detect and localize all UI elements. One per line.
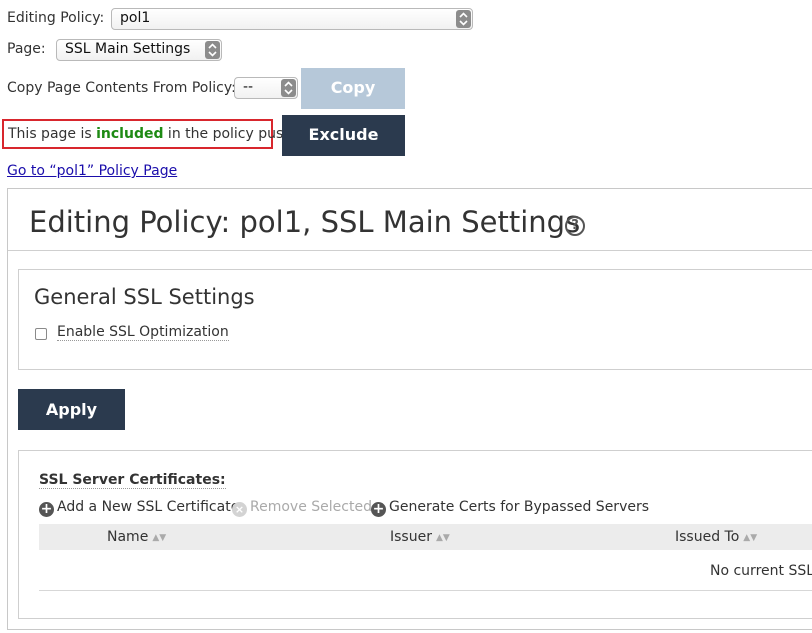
enable-ssl-label[interactable]: Enable SSL Optimization: [57, 324, 229, 341]
add-certificate-button[interactable]: + Add a New SSL Certificate: [39, 499, 239, 517]
goto-policy-link[interactable]: Go to “pol1” Policy Page: [7, 163, 177, 179]
select-arrows-icon: [456, 10, 471, 28]
remove-icon: ×: [232, 502, 247, 517]
title-divider: [8, 250, 812, 251]
empty-table-message: No current SSL c: [710, 563, 812, 579]
copy-button[interactable]: Copy: [301, 68, 405, 109]
general-ssl-title: General SSL Settings: [34, 285, 255, 309]
page-title: Editing Policy: pol1, SSL Main Settings: [29, 205, 581, 239]
column-header-name[interactable]: Name ▲▼: [107, 529, 166, 545]
remove-selected-button[interactable]: × Remove Selected: [232, 499, 372, 517]
generate-certs-button[interactable]: + Generate Certs for Bypassed Servers: [371, 499, 649, 517]
select-arrows-icon: [205, 41, 220, 59]
column-header-issuer[interactable]: Issuer ▲▼: [390, 529, 450, 545]
exclude-button[interactable]: Exclude: [282, 115, 405, 156]
add-icon: +: [39, 501, 54, 517]
editing-policy-select[interactable]: pol1: [111, 8, 473, 30]
sort-icon: ▲▼: [743, 533, 758, 543]
notice-status: included: [96, 126, 164, 142]
table-bottom-border: [39, 590, 812, 591]
notice-suffix: in the policy push.: [163, 126, 297, 142]
editing-policy-label: Editing Policy:: [7, 10, 105, 26]
column-header-issued-to[interactable]: Issued To ▲▼: [675, 529, 757, 545]
add-icon: +: [371, 501, 386, 517]
help-icon[interactable]: ?: [565, 216, 585, 236]
remove-selected-label: Remove Selected: [250, 499, 372, 515]
page-select[interactable]: SSL Main Settings: [56, 39, 222, 61]
generate-certs-label: Generate Certs for Bypassed Servers: [389, 499, 650, 515]
sort-icon: ▲▼: [435, 533, 450, 543]
certificates-table-header: Name ▲▼ Issuer ▲▼ Issued To ▲▼: [39, 524, 812, 550]
sort-icon: ▲▼: [152, 533, 167, 543]
copy-from-value: --: [243, 79, 254, 95]
ssl-certificates-title: SSL Server Certificates:: [39, 472, 226, 489]
editing-policy-value: pol1: [120, 10, 151, 26]
notice-prefix: This page is: [8, 126, 97, 142]
page-label: Page:: [7, 41, 46, 57]
copy-from-label: Copy Page Contents From Policy:: [7, 80, 236, 96]
add-certificate-label: Add a New SSL Certificate: [57, 499, 240, 515]
page-select-value: SSL Main Settings: [65, 41, 191, 57]
select-arrows-icon: [281, 79, 296, 97]
copy-from-select[interactable]: --: [234, 77, 298, 99]
enable-ssl-checkbox[interactable]: [35, 328, 47, 340]
apply-button[interactable]: Apply: [18, 389, 125, 430]
policy-push-notice: This page is included in the policy push…: [2, 119, 297, 149]
